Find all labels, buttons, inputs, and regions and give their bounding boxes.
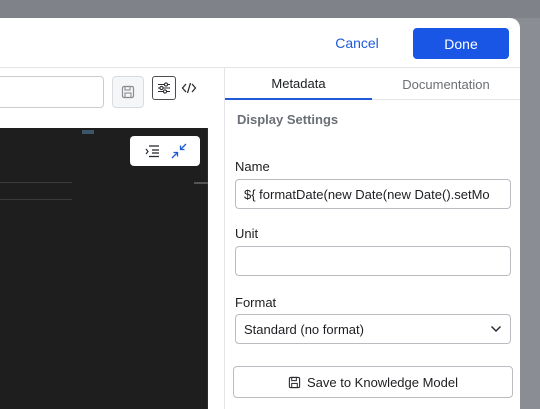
settings-toggle-button[interactable] (152, 76, 176, 100)
floppy-disk-icon (121, 85, 135, 99)
list-indent-icon[interactable] (144, 144, 160, 158)
code-view-button[interactable] (177, 76, 201, 100)
page-backdrop (0, 0, 540, 18)
save-to-knowledge-model-button[interactable]: Save to Knowledge Model (233, 366, 513, 398)
panel-tabs: Metadata Documentation (225, 68, 520, 100)
expression-name-input[interactable] (0, 76, 104, 108)
code-editor[interactable] (0, 128, 208, 409)
edit-dialog: Cancel Done Metadata Documentation Displ… (0, 18, 520, 409)
editor-line (0, 182, 72, 183)
unit-label: Unit (235, 226, 259, 241)
done-button[interactable]: Done (413, 28, 509, 59)
editor-toolbar (130, 136, 200, 166)
metadata-panel: Metadata Documentation Display Settings … (224, 68, 520, 409)
name-label: Name (235, 159, 270, 174)
chevron-down-icon (490, 325, 502, 333)
tab-documentation[interactable]: Documentation (372, 68, 520, 100)
save-button[interactable] (112, 76, 144, 108)
collapse-arrows-icon[interactable] (171, 143, 187, 159)
name-value: ${ formatDate(new Date(new Date().setMo (244, 186, 490, 202)
format-select[interactable]: Standard (no format) (235, 314, 511, 344)
editor-line (0, 199, 72, 200)
editor-scrollbar[interactable] (194, 182, 208, 184)
minimap (82, 130, 94, 134)
code-icon (181, 81, 197, 95)
unit-field[interactable] (235, 246, 511, 276)
floppy-disk-icon (288, 376, 301, 389)
kb-button-label: Save to Knowledge Model (306, 374, 459, 390)
dialog-header: Cancel Done (0, 18, 520, 68)
format-label: Format (235, 295, 277, 310)
sliders-icon (157, 81, 171, 95)
name-field[interactable]: ${ formatDate(new Date(new Date().setMo (235, 179, 511, 209)
tab-metadata[interactable]: Metadata (225, 68, 372, 100)
format-value: Standard (no format) (244, 321, 364, 337)
cancel-button[interactable]: Cancel (322, 28, 392, 58)
section-title: Display Settings (237, 112, 339, 127)
